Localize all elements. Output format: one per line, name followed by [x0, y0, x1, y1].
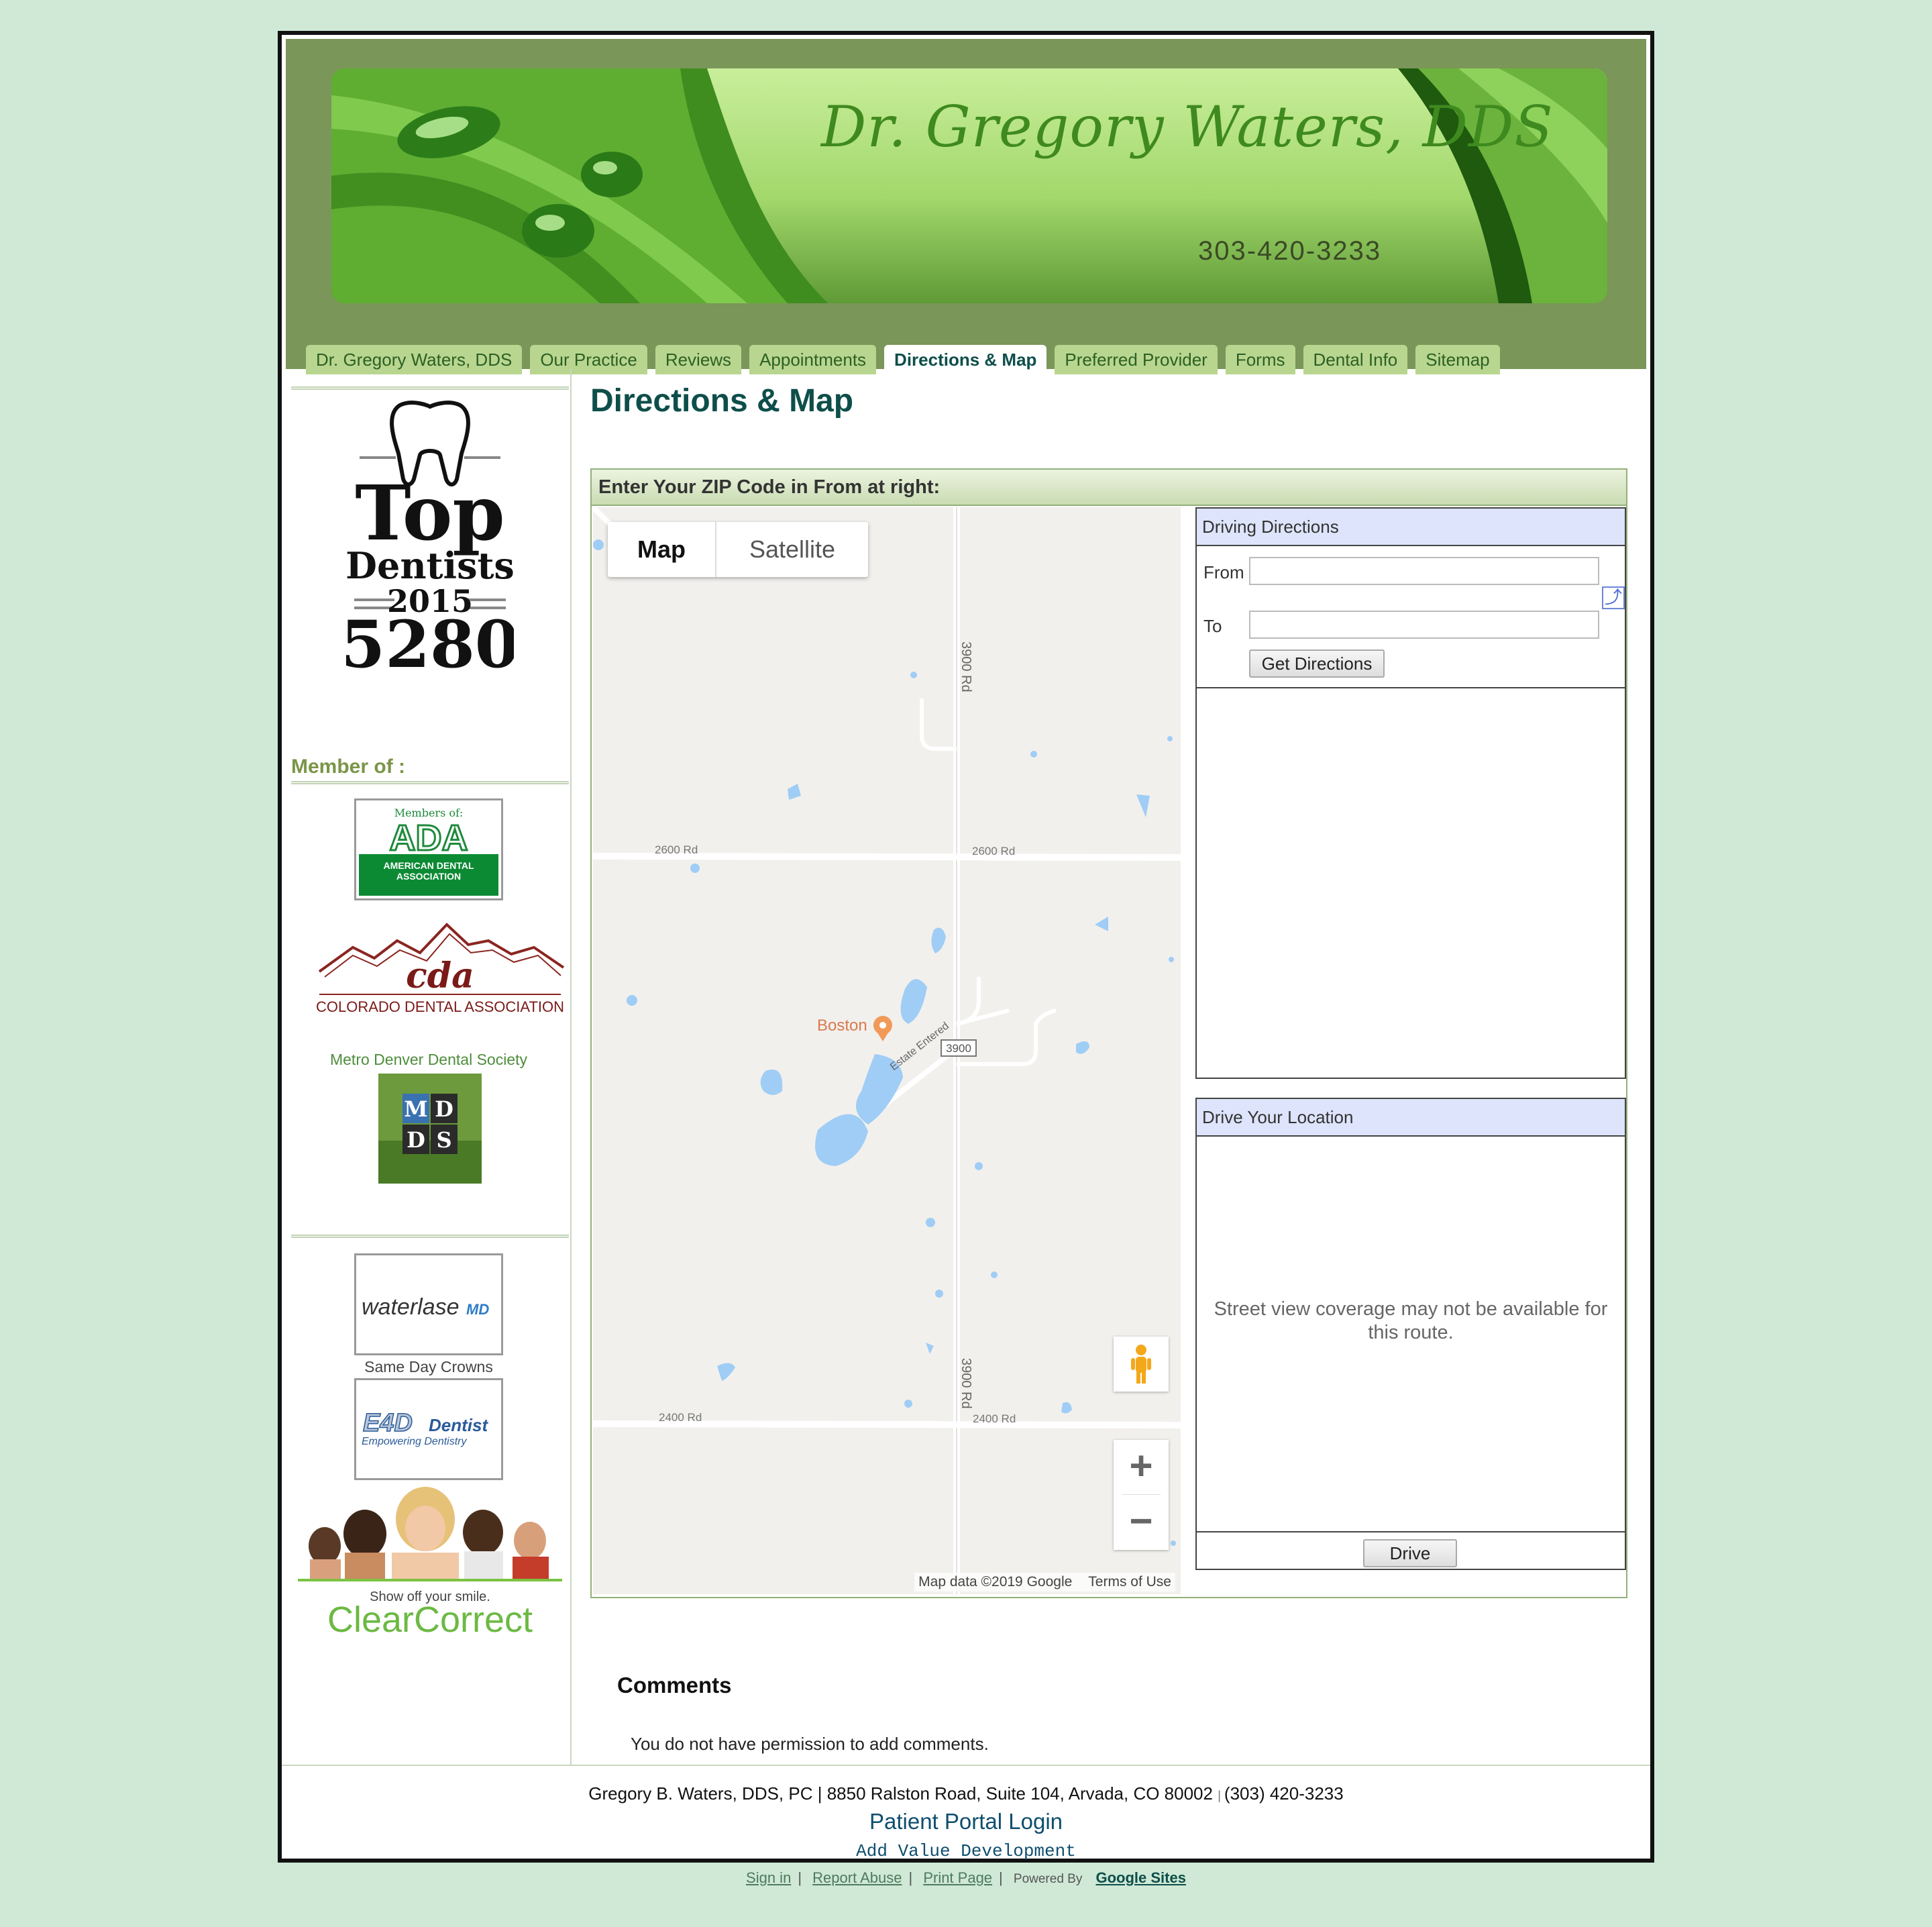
top-dentists-num: 5280	[346, 607, 514, 676]
clearcorrect-logo: ClearCorrect	[327, 1600, 533, 1640]
e4d-badge[interactable]: E4D Dentist Empowering Dentistry	[354, 1378, 503, 1480]
drive-button[interactable]: Drive	[1363, 1539, 1457, 1567]
ada-line2: AMERICAN DENTAL	[383, 860, 474, 871]
waterlase-badge[interactable]: waterlase MD	[354, 1253, 503, 1355]
mdds-letter-m: M	[404, 1096, 427, 1122]
e4d-tagline: Empowering Dentistry	[362, 1436, 468, 1447]
to-input[interactable]	[1249, 611, 1599, 639]
e4d-word: Dentist	[429, 1415, 488, 1435]
patient-portal-link[interactable]: Patient Portal Login	[282, 1809, 1650, 1834]
page-footer: Gregory B. Waters, DDS, PC | 8850 Ralsto…	[282, 1765, 1650, 1861]
print-page-link[interactable]: Print Page	[923, 1869, 992, 1886]
driving-directions-panel: Driving Directions From ⤴ To Get Directi…	[1195, 507, 1626, 1079]
cda-name: COLORADO DENTAL ASSOCIATION	[316, 998, 564, 1015]
ada-line3: ASSOCIATION	[396, 871, 461, 882]
e4d-logo: E4D	[363, 1409, 413, 1437]
footer-address: Gregory B. Waters, DDS, PC | 8850 Ralsto…	[588, 1783, 1213, 1804]
top-dentists-badge[interactable]: Top Dentists 2015 5280	[346, 399, 514, 676]
main-content: Directions & Map Enter Your ZIP Code in …	[572, 369, 1646, 1765]
mdds-caption[interactable]: Metro Denver Dental Society	[286, 1051, 572, 1069]
reverse-directions-icon[interactable]: ⤴	[1602, 586, 1625, 609]
page-frame: Dr. Gregory Waters, DDS 303-420-3233 Dr.…	[278, 31, 1654, 1863]
mdds-letter-d1: D	[435, 1096, 453, 1122]
top-dentists-word2: Dentists	[346, 544, 514, 587]
map-type-satellite-button[interactable]: Satellite	[716, 522, 868, 577]
powered-by-label: Powered By	[1013, 1872, 1083, 1886]
pegman-button[interactable]	[1114, 1337, 1169, 1392]
drive-panel-divider	[1197, 1531, 1625, 1532]
street-view-message: Street view coverage may not be availabl…	[1214, 1298, 1608, 1343]
directions-gadget: 3900 Rd 3900 Rd 2600 Rd 2600 Rd 2400 Rd …	[590, 506, 1627, 1598]
mdds-letter-d2: D	[407, 1127, 425, 1153]
header: Dr. Gregory Waters, DDS 303-420-3233 Dr.…	[286, 39, 1646, 374]
footer-phone: (303) 420-3233	[1224, 1783, 1344, 1804]
site-banner[interactable]: Dr. Gregory Waters, DDS 303-420-3233	[331, 68, 1607, 303]
waterlase-suffix: MD	[466, 1301, 489, 1318]
map-attribution: Map data ©2019 Google Terms of Use	[914, 1573, 1175, 1592]
mdds-logo[interactable]: M D D S	[378, 1074, 482, 1184]
google-sites-link[interactable]: Google Sites	[1095, 1869, 1185, 1886]
zoom-out-button[interactable]: −	[1114, 1495, 1169, 1550]
drive-your-location-header: Drive Your Location	[1197, 1099, 1625, 1137]
comments-heading: Comments	[617, 1673, 732, 1698]
pegman-icon	[1131, 1345, 1151, 1384]
banner-title: Dr. Gregory Waters, DDS	[821, 94, 1554, 160]
map-type-map-button[interactable]: Map	[608, 522, 716, 577]
place-marker-icon	[873, 1016, 892, 1041]
clearcorrect-ad[interactable]: Show off your smile. ClearCorrect	[298, 1486, 562, 1640]
report-abuse-link[interactable]: Report Abuse	[812, 1869, 902, 1886]
mdds-letter-s: S	[436, 1127, 451, 1153]
developer-credit[interactable]: Add Value Development	[282, 1841, 1650, 1861]
road-label-ew-bottom-right: 2400 Rd	[973, 1412, 1016, 1425]
water-bodies	[593, 539, 1176, 1546]
drive-your-location-panel: Drive Your Location Street view coverage…	[1195, 1098, 1626, 1570]
cda-script: cda	[406, 955, 474, 996]
road-shield-3900: 3900	[946, 1042, 971, 1055]
ada-logo: ADA	[390, 818, 468, 858]
from-input[interactable]	[1249, 557, 1599, 585]
get-directions-button[interactable]: Get Directions	[1249, 649, 1385, 678]
comments-message: You do not have permission to add commen…	[631, 1734, 989, 1754]
road-label-ew-top-left: 2600 Rd	[655, 843, 698, 856]
member-of-heading: Member of :	[291, 756, 406, 778]
map-canvas[interactable]: 3900 Rd 3900 Rd 2600 Rd 2600 Rd 2400 Rd …	[593, 507, 1181, 1594]
cda-logo[interactable]: cda COLORADO DENTAL ASSOCIATION	[313, 921, 568, 1016]
zip-prompt-bar: Enter Your ZIP Code in From at right:	[590, 468, 1627, 506]
waterlase-logo: waterlase	[362, 1294, 460, 1320]
map-view[interactable]: 3900 Rd 3900 Rd 2600 Rd 2600 Rd 2400 Rd …	[593, 507, 1181, 1594]
page-title: Directions & Map	[590, 383, 854, 419]
sidebar-divider	[291, 386, 569, 390]
driving-directions-header: Driving Directions	[1197, 509, 1625, 546]
ada-badge[interactable]: Members of: ADA AMERICAN DENTAL ASSOCIAT…	[354, 798, 503, 900]
same-day-crowns-caption: Same Day Crowns	[364, 1358, 493, 1375]
banner-phone: 303-420-3233	[1198, 236, 1382, 266]
zoom-control: + −	[1114, 1440, 1169, 1550]
to-label: To	[1203, 616, 1222, 636]
from-label: From	[1203, 562, 1244, 582]
sidebar-divider	[291, 781, 569, 784]
smiling-people-image	[309, 1487, 549, 1579]
sidebar-divider	[291, 1235, 569, 1238]
zoom-in-button[interactable]: +	[1114, 1440, 1169, 1495]
map-data-credit: Map data ©2019 Google	[918, 1574, 1073, 1590]
sign-in-link[interactable]: Sign in	[746, 1869, 791, 1886]
map-type-control: Map Satellite	[608, 522, 868, 577]
footer-address-line: Gregory B. Waters, DDS, PC | 8850 Ralsto…	[588, 1783, 1344, 1804]
place-label-boston: Boston	[817, 1017, 867, 1035]
sidebar: Top Dentists 2015 5280 Member of : Membe…	[286, 369, 572, 1765]
road-label-ew-top-right: 2600 Rd	[972, 845, 1015, 857]
directions-results-divider	[1197, 687, 1625, 688]
road-label-ns-bottom: 3900 Rd	[959, 1358, 973, 1409]
road-label-ns-top: 3900 Rd	[959, 641, 973, 692]
road-label-ew-bottom-left: 2400 Rd	[659, 1411, 702, 1424]
map-terms-link[interactable]: Terms of Use	[1088, 1574, 1171, 1590]
google-sites-bar: Sign in | Report Abuse | Print Page | Power…	[746, 1869, 1186, 1886]
